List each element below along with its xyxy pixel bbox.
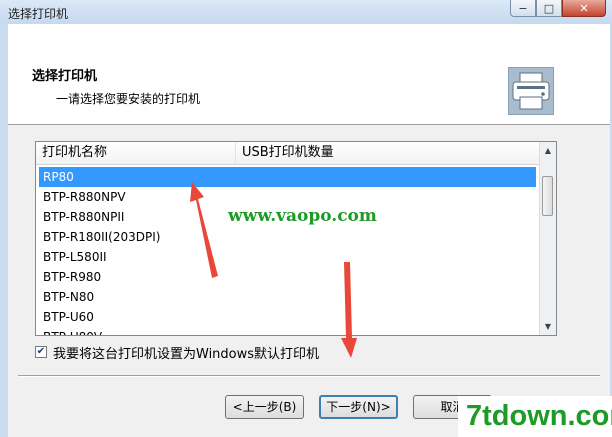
corner-watermark: 7tdown.com	[458, 396, 612, 437]
arrow-icon-1	[190, 182, 218, 278]
arrow-icon-2	[341, 262, 357, 358]
annotation-arrows	[190, 182, 357, 358]
